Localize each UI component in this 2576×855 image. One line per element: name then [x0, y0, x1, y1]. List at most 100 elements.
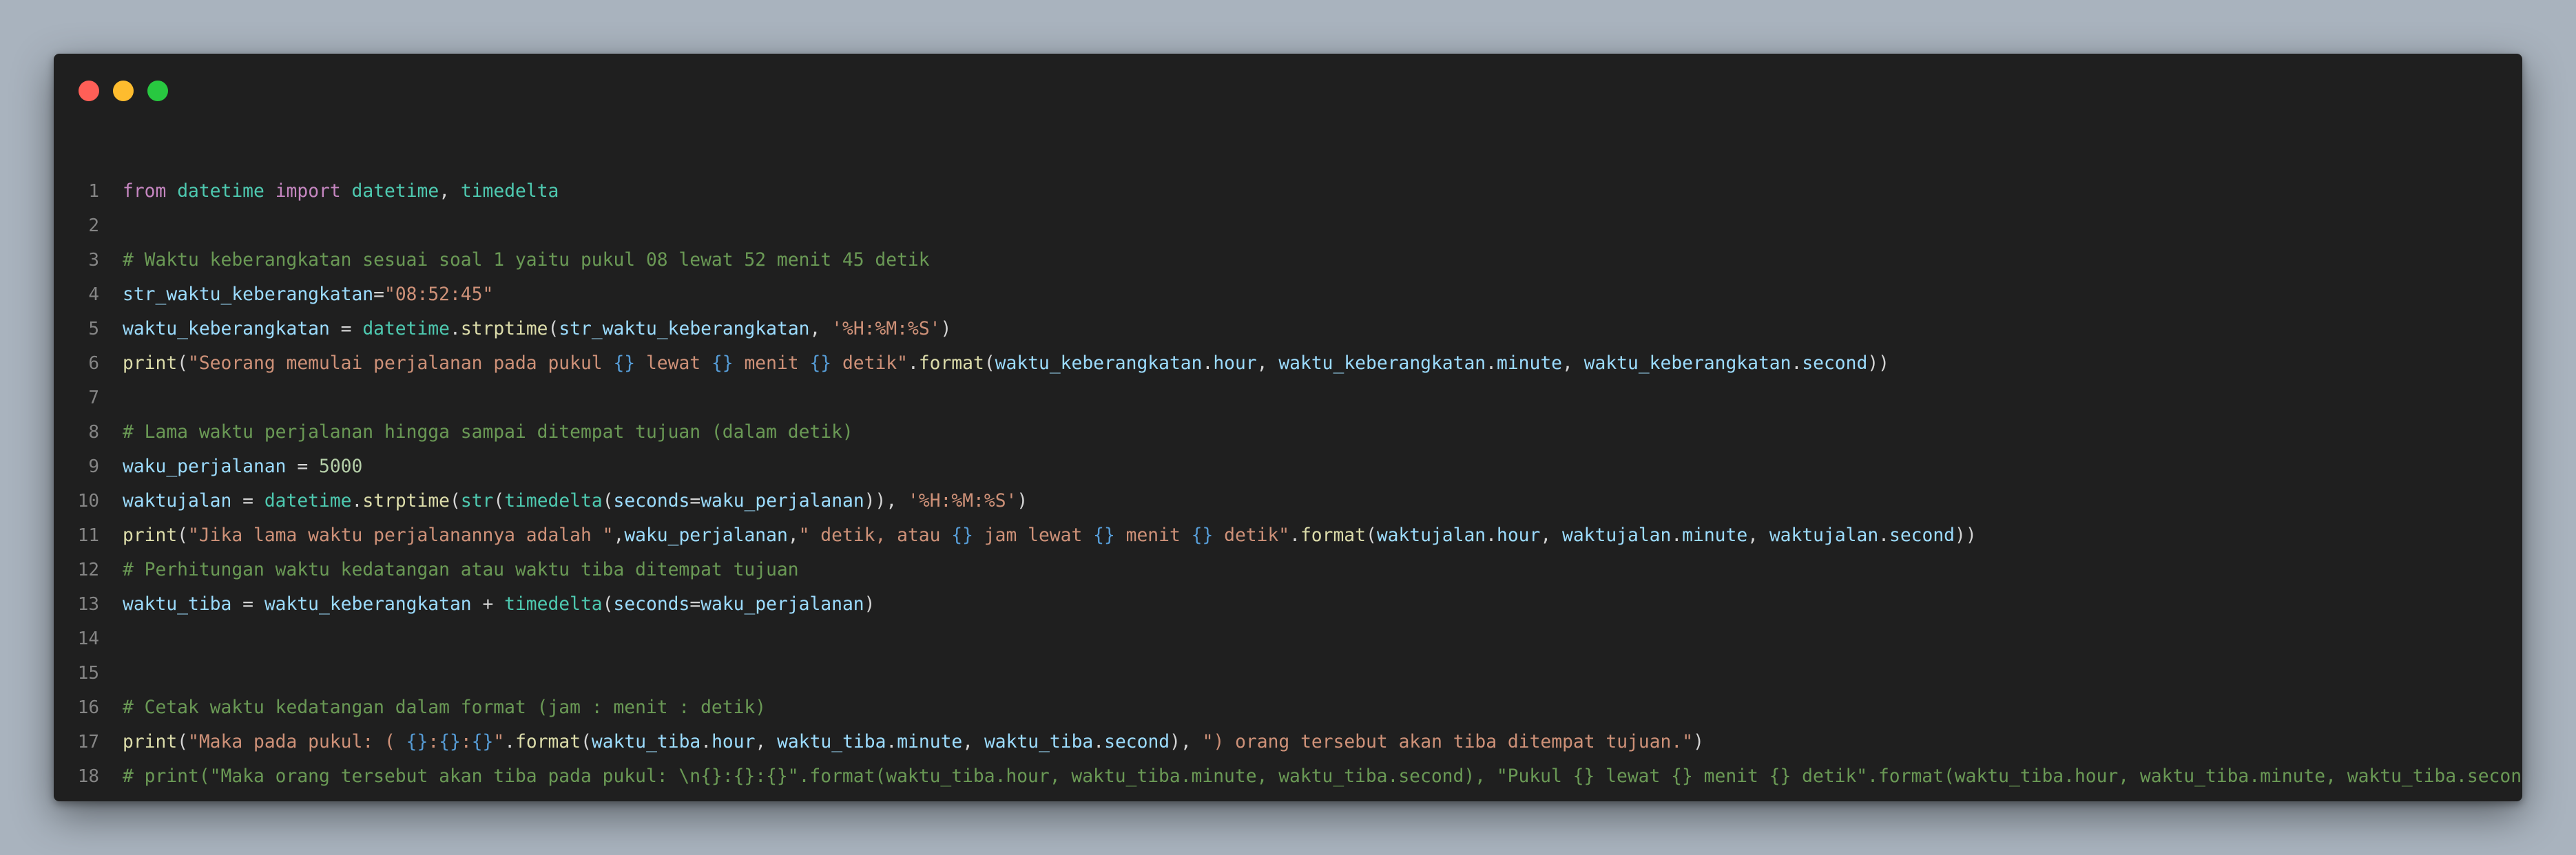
code-token: + [471, 594, 505, 615]
code-text[interactable]: # print("Maka orang tersebut akan tiba p… [123, 759, 2522, 794]
code-token: minute [897, 732, 963, 752]
code-token: ( [493, 491, 505, 511]
code-token: ( [581, 732, 592, 752]
code-token: {} [406, 732, 428, 752]
code-text[interactable]: from datetime import datetime, timedelta [123, 174, 559, 209]
code-text[interactable]: print("Jika lama waktu perjalanannya ada… [123, 518, 1977, 553]
code-token: ( [602, 491, 614, 511]
code-token: # Perhitungan waktu kedatangan atau wakt… [123, 560, 799, 580]
line-number: 18 [77, 766, 99, 787]
code-token: = [689, 491, 701, 511]
line-number: 16 [77, 697, 99, 718]
code-token: waktujalan [1769, 525, 1879, 546]
line-number: 7 [88, 388, 99, 408]
code-token: ( [177, 525, 189, 546]
code-token: waktu_keberangkatan [264, 594, 472, 615]
code-token: ( [177, 732, 189, 752]
code-token: . [1791, 353, 1803, 374]
maximize-window-icon[interactable] [147, 81, 168, 101]
code-token: , [613, 525, 625, 546]
code-token: print [123, 353, 178, 374]
code-token: 5000 [318, 456, 363, 477]
code-token: = [329, 319, 363, 339]
code-token: import [275, 181, 341, 202]
code-line: 15 [54, 656, 2522, 690]
code-token: waktu_keberangkatan [123, 319, 330, 339]
code-text[interactable]: str_waktu_keberangkatan="08:52:45" [123, 277, 493, 312]
code-token: strptime [362, 491, 450, 511]
code-token: . [1486, 353, 1497, 374]
code-line: 4 str_waktu_keberangkatan="08:52:45" [54, 277, 2522, 312]
code-token: timedelta [504, 594, 603, 615]
code-token: seconds [613, 491, 690, 511]
code-text[interactable]: waktu_keberangkatan = datetime.strptime(… [123, 312, 951, 346]
code-token: hour [1496, 525, 1541, 546]
code-token: hour [1213, 353, 1257, 374]
code-token: . [1289, 525, 1300, 546]
code-token: second [1802, 353, 1868, 374]
code-line: 8 # Lama waktu perjalanan hingga sampai d… [54, 415, 2522, 450]
line-number: 17 [77, 732, 99, 752]
code-token: # Waktu keberangkatan sesuai soal 1 yait… [123, 250, 930, 271]
close-window-icon[interactable] [79, 81, 99, 101]
code-text[interactable]: # Lama waktu perjalanan hingga sampai di… [123, 415, 853, 450]
code-line: 6 print("Seorang memulai perjalanan pada … [54, 346, 2522, 381]
code-text[interactable]: waktu_tiba = waktu_keberangkatan + timed… [123, 587, 875, 622]
code-token: = [373, 284, 384, 305]
code-token: strptime [460, 319, 548, 339]
code-token: str_waktu_keberangkatan [123, 284, 374, 305]
code-token: menit [1114, 525, 1192, 546]
code-token: str [460, 491, 494, 511]
code-text[interactable]: print("Maka pada pukul: ( {}:{}:{}".form… [123, 725, 1704, 759]
code-token: ), [1170, 732, 1203, 752]
code-token: = [286, 456, 319, 477]
code-token: ( [450, 491, 461, 511]
code-token: , [755, 732, 778, 752]
code-token: jam lewat [973, 525, 1094, 546]
code-token: datetime [362, 319, 450, 339]
code-token: . [1671, 525, 1683, 546]
code-token: # print("Maka orang tersebut akan tiba p… [123, 766, 2522, 787]
code-token: {} [1093, 525, 1115, 546]
code-token: )), [864, 491, 908, 511]
code-token: '%H:%M:%S' [831, 319, 941, 339]
code-token: waktujalan [1562, 525, 1672, 546]
line-number: 15 [77, 663, 99, 684]
code-window: 1 from datetime import datetime, timedelt… [54, 54, 2522, 801]
minimize-window-icon[interactable] [113, 81, 134, 101]
code-token: = [231, 491, 264, 511]
code-line: 13 waktu_tiba = waktu_keberangkatan + tim… [54, 587, 2522, 622]
code-text[interactable]: # Cetak waktu kedatangan dalam format (j… [123, 690, 766, 725]
line-number: 13 [77, 594, 99, 615]
line-number: 14 [77, 629, 99, 649]
code-token: # Cetak waktu kedatangan dalam format (j… [123, 697, 767, 718]
line-number: 12 [77, 560, 99, 580]
code-text[interactable]: waku_perjalanan = 5000 [123, 450, 362, 484]
code-token: "Jika lama waktu perjalanannya adalah " [188, 525, 614, 546]
code-token: . [907, 353, 919, 374]
code-token: . [351, 491, 363, 511]
code-line: 18 # print("Maka orang tersebut akan tiba… [54, 759, 2522, 794]
code-text[interactable]: waktujalan = datetime.strptime(str(timed… [123, 484, 1028, 518]
code-token: {} [613, 353, 636, 374]
code-text[interactable]: print("Seorang memulai perjalanan pada p… [123, 346, 1889, 381]
code-token: waktu_tiba [777, 732, 886, 752]
window-titlebar [54, 54, 2522, 116]
code-token: ") orang tersebut akan tiba ditempat tuj… [1202, 732, 1694, 752]
code-text[interactable]: # Perhitungan waktu kedatangan atau wakt… [123, 553, 799, 587]
code-text[interactable]: # Waktu keberangkatan sesuai soal 1 yait… [123, 243, 930, 277]
code-token: . [700, 732, 712, 752]
code-token: detik" [1213, 525, 1290, 546]
code-line: 19 [54, 794, 2522, 801]
code-token: . [1878, 525, 1890, 546]
line-number: 5 [88, 319, 99, 339]
code-token: minute [1682, 525, 1748, 546]
code-token: ( [548, 319, 559, 339]
line-number: 10 [77, 491, 99, 511]
code-token: {} [809, 353, 832, 374]
code-token: detik" [831, 353, 908, 374]
code-token: , [787, 525, 799, 546]
